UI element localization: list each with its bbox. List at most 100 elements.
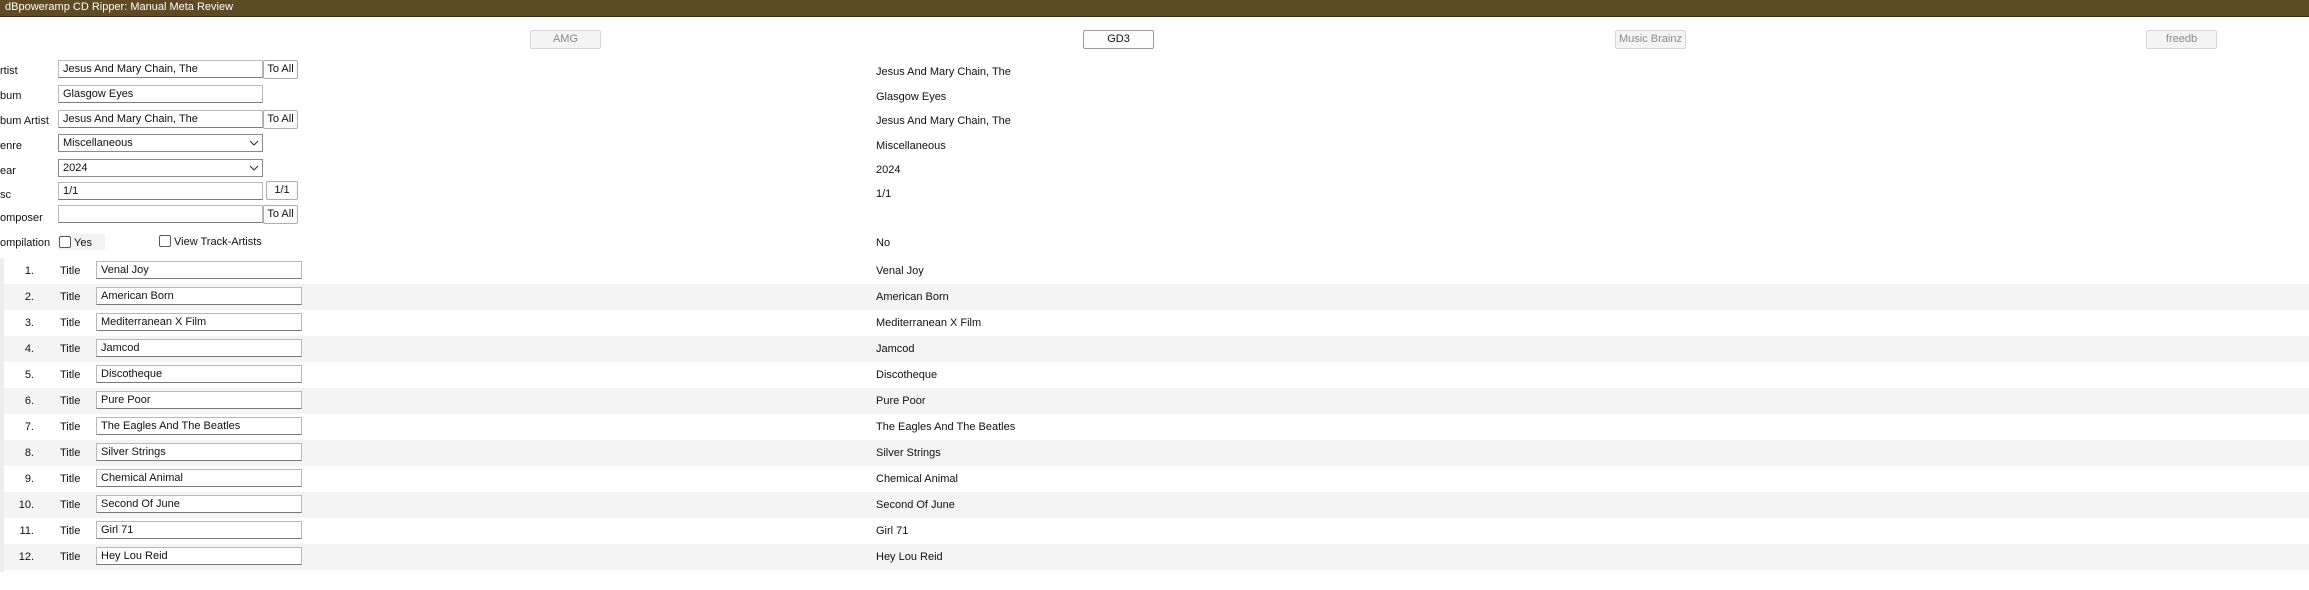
track-title-input[interactable]: Silver Strings xyxy=(96,443,302,461)
track-title-input[interactable]: Pure Poor xyxy=(96,391,302,409)
gd3-genre-value: Miscellaneous xyxy=(876,140,946,152)
compilation-label: ompilation xyxy=(0,237,51,249)
gd3-track-title-value: Pure Poor xyxy=(876,395,926,407)
genre-select[interactable]: Miscellaneous xyxy=(58,134,263,152)
year-label: ear xyxy=(0,165,16,177)
gd3-track-title-value: Discotheque xyxy=(876,369,938,381)
track-title-input[interactable]: Second Of June xyxy=(96,495,302,513)
gd3-track-title-value: Jamcod xyxy=(876,343,915,355)
track-row: 12. Title Hey Lou Reid Hey Lou Reid xyxy=(4,544,2309,570)
track-number: 11. xyxy=(19,525,34,537)
track-title-input[interactable]: Venal Joy xyxy=(96,261,302,279)
gd3-artist-value: Jesus And Mary Chain, The xyxy=(876,66,1011,78)
view-track-artists-checkbox[interactable] xyxy=(159,235,171,247)
track-row: 9. Title Chemical Animal Chemical Animal xyxy=(4,466,2309,492)
track-title-input[interactable]: Discotheque xyxy=(96,365,302,383)
track-title-input[interactable]: Hey Lou Reid xyxy=(96,547,302,565)
gd3-track-title-value: Mediterranean X Film xyxy=(876,317,982,329)
track-field-label: Title xyxy=(60,265,81,277)
track-number: 2. xyxy=(24,291,34,303)
track-number: 10. xyxy=(18,499,34,511)
artist-input[interactable]: Jesus And Mary Chain, The xyxy=(58,60,263,78)
track-field-label: Title xyxy=(60,317,81,329)
artist-label: rtist xyxy=(0,65,18,77)
track-row: 7. Title The Eagles And The Beatles The Eag… xyxy=(4,414,2309,440)
gd3-track-title-value: Hey Lou Reid xyxy=(876,551,943,563)
composer-input[interactable] xyxy=(58,205,263,223)
gd3-compilation-value: No xyxy=(876,237,891,249)
gd3-year-value: 2024 xyxy=(876,164,901,176)
composer-to-all-button[interactable]: To All xyxy=(263,205,298,224)
album-artist-input[interactable]: Jesus And Mary Chain, The xyxy=(58,110,263,128)
track-title-input[interactable]: The Eagles And The Beatles xyxy=(96,417,302,435)
composer-label: omposer xyxy=(0,212,43,224)
artist-to-all-button[interactable]: To All xyxy=(263,60,298,79)
track-title-input[interactable]: Jamcod xyxy=(96,339,302,357)
chevron-down-icon xyxy=(249,161,259,175)
track-number: 3. xyxy=(24,317,34,329)
track-row: 11. Title Girl 71 Girl 71 xyxy=(4,518,2309,544)
chevron-down-icon xyxy=(249,136,259,150)
track-field-label: Title xyxy=(60,499,81,511)
window-title-bar: dBpoweramp CD Ripper: Manual Meta Review xyxy=(0,0,2309,17)
track-row: 6. Title Pure Poor Pure Poor xyxy=(4,388,2309,414)
gd3-track-title-value: Silver Strings xyxy=(876,447,941,459)
source-button-gd3[interactable]: GD3 xyxy=(1083,30,1154,49)
track-number: 5. xyxy=(24,369,34,381)
gd3-track-title-value: Second Of June xyxy=(876,499,955,511)
track-row: 8. Title Silver Strings Silver Strings xyxy=(4,440,2309,466)
compilation-yes-label: Yes xyxy=(74,237,92,249)
genre-label: enre xyxy=(0,140,23,152)
track-row: 2. Title American Born American Born xyxy=(4,284,2309,310)
track-number: 6. xyxy=(24,395,34,407)
track-field-label: Title xyxy=(60,473,81,485)
view-track-artists-label[interactable]: View Track-Artists xyxy=(174,236,262,248)
disc-one-of-one-button[interactable]: 1/1 xyxy=(266,181,298,200)
track-field-label: Title xyxy=(60,369,81,381)
gd3-album-artist-value: Jesus And Mary Chain, The xyxy=(876,115,1011,127)
track-number: 7. xyxy=(24,421,34,433)
track-field-label: Title xyxy=(60,447,81,459)
track-title-input[interactable]: American Born xyxy=(96,287,302,305)
track-number: 12. xyxy=(18,551,34,563)
compilation-checkbox[interactable] xyxy=(59,236,71,248)
track-field-label: Title xyxy=(60,525,81,537)
window-title: dBpoweramp CD Ripper: Manual Meta Review xyxy=(5,1,234,13)
track-title-input[interactable]: Chemical Animal xyxy=(96,469,302,487)
track-row: 4. Title Jamcod Jamcod xyxy=(4,336,2309,362)
gd3-track-title-value: Venal Joy xyxy=(876,265,924,277)
genre-select-value: Miscellaneous xyxy=(63,137,133,149)
track-row: 1. Title Venal Joy Venal Joy xyxy=(4,258,2309,284)
album-artist-to-all-button[interactable]: To All xyxy=(263,110,298,129)
year-select-value: 2024 xyxy=(63,162,88,174)
year-select[interactable]: 2024 xyxy=(58,159,263,177)
track-row: 5. Title Discotheque Discotheque xyxy=(4,362,2309,388)
gd3-track-title-value: The Eagles And The Beatles xyxy=(876,421,1016,433)
gd3-track-title-value: Chemical Animal xyxy=(876,473,958,485)
track-number: 1. xyxy=(24,265,34,277)
gd3-track-title-value: American Born xyxy=(876,291,949,303)
source-button-musicbrainz[interactable]: Music Brainz xyxy=(1615,30,1686,49)
album-input[interactable]: Glasgow Eyes xyxy=(58,85,263,103)
track-number: 9. xyxy=(24,473,34,485)
track-title-input[interactable]: Girl 71 xyxy=(96,521,302,539)
track-field-label: Title xyxy=(60,421,81,433)
track-number: 4. xyxy=(24,343,34,355)
track-field-label: Title xyxy=(60,291,81,303)
track-row: 10. Title Second Of June Second Of June xyxy=(4,492,2309,518)
album-label: bum xyxy=(0,90,22,102)
track-field-label: Title xyxy=(60,343,81,355)
source-button-amg[interactable]: AMG xyxy=(530,30,601,49)
disc-label: sc xyxy=(0,189,11,201)
album-artist-label: bum Artist xyxy=(0,115,49,127)
track-field-label: Title xyxy=(60,395,81,407)
gd3-album-value: Glasgow Eyes xyxy=(876,91,947,103)
gd3-disc-value: 1/1 xyxy=(876,188,892,200)
track-field-label: Title xyxy=(60,551,81,563)
disc-input[interactable]: 1/1 xyxy=(58,182,263,200)
track-title-input[interactable]: Mediterranean X Film xyxy=(96,313,302,331)
gd3-track-title-value: Girl 71 xyxy=(876,525,909,537)
track-row: 3. Title Mediterranean X Film Mediterranean… xyxy=(4,310,2309,336)
source-button-freedb[interactable]: freedb xyxy=(2146,30,2217,49)
track-number: 8. xyxy=(24,447,34,459)
